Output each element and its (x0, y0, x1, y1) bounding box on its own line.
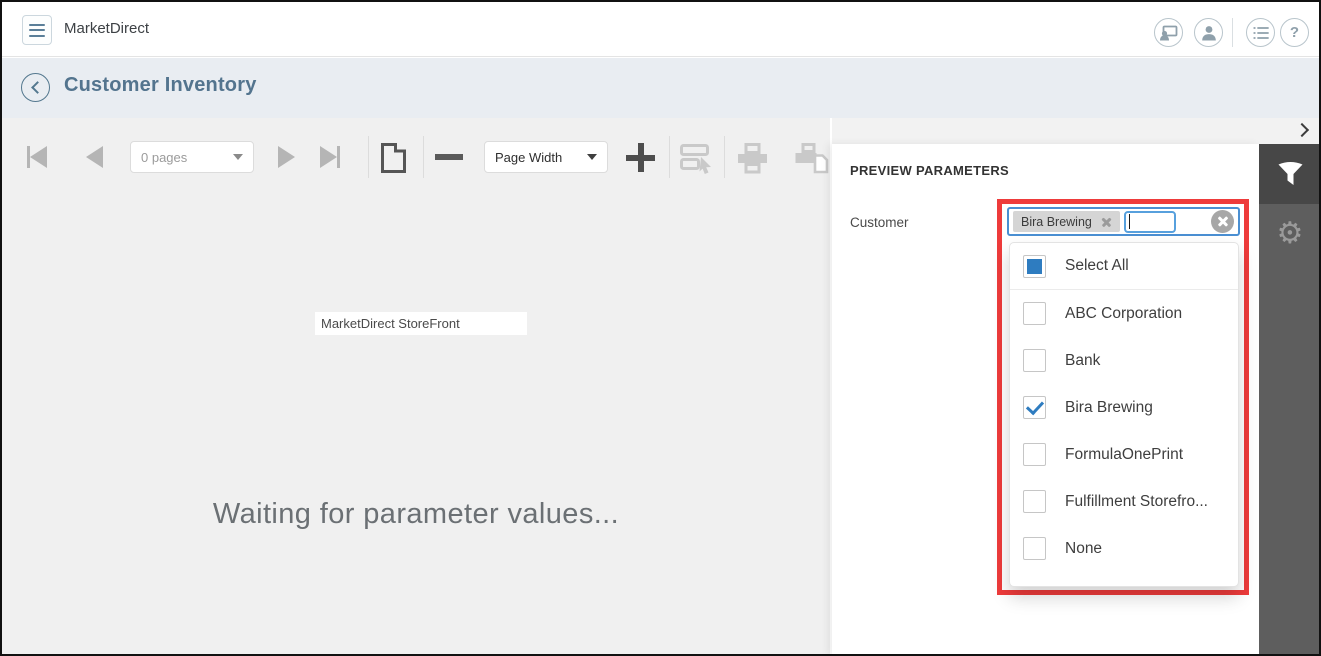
new-page-icon (380, 142, 407, 174)
select-report-item-button[interactable] (680, 143, 715, 180)
filter-icon (1277, 161, 1304, 187)
user-profile-button[interactable] (1194, 18, 1223, 47)
clear-selection-button[interactable] (1211, 210, 1234, 233)
help-icon: ? (1290, 24, 1299, 41)
print-layout-button[interactable] (794, 143, 829, 179)
first-page-button[interactable] (27, 146, 47, 168)
app-window: MarketDirect ? (0, 0, 1321, 656)
back-button[interactable] (21, 73, 50, 102)
page-title: Customer Inventory (64, 74, 257, 97)
next-page-icon (278, 146, 295, 168)
option-bira-brewing[interactable]: Bira Brewing (1010, 384, 1238, 431)
parameters-filter-button[interactable] (1259, 144, 1321, 204)
app-title: MarketDirect (64, 20, 149, 37)
pages-dropdown[interactable]: 0 pages (130, 141, 254, 173)
zoom-out-button[interactable] (435, 154, 463, 160)
toolbar-divider (724, 136, 725, 178)
chevron-down-icon (233, 154, 243, 160)
print-icon (736, 143, 769, 174)
pages-dropdown-value: 0 pages (141, 150, 187, 165)
print-button[interactable] (736, 143, 769, 179)
chevron-down-icon (587, 154, 597, 160)
checkbox-unchecked-icon[interactable] (1023, 349, 1046, 372)
multiselect-search-input[interactable] (1124, 211, 1176, 233)
remote-session-icon (1159, 25, 1178, 41)
option-formulaoneprint[interactable]: FormulaOnePrint (1010, 431, 1238, 478)
status-message: Waiting for parameter values... (2, 498, 830, 531)
list-menu-button[interactable] (1246, 18, 1275, 47)
panel-top-strip (832, 118, 1321, 144)
selected-chip-label: Bira Brewing (1021, 215, 1092, 229)
settings-button[interactable]: ⚙ (1259, 204, 1321, 264)
help-button[interactable]: ? (1280, 18, 1309, 47)
toolbar-divider (669, 136, 670, 178)
last-page-icon (320, 146, 337, 168)
customer-parameter-label: Customer (850, 215, 909, 230)
select-report-item-icon (680, 143, 715, 175)
report-viewer (2, 118, 830, 656)
zoom-dropdown[interactable]: Page Width (484, 141, 608, 173)
chevron-left-icon (31, 81, 44, 94)
checkbox-unchecked-icon[interactable] (1023, 490, 1046, 513)
user-icon (1201, 25, 1217, 41)
toolbar-divider (423, 136, 424, 178)
remove-chip-icon[interactable] (1101, 216, 1112, 227)
zoom-in-button[interactable] (626, 143, 655, 172)
customer-multiselect[interactable]: Bira Brewing (1007, 207, 1240, 236)
option-select-all[interactable]: Select All (1010, 243, 1238, 290)
zoom-dropdown-value: Page Width (495, 150, 562, 165)
option-fulfillment-storefront[interactable]: Fulfillment Storefro... (1010, 478, 1238, 525)
hamburger-menu-button[interactable] (22, 15, 52, 45)
gear-icon: ⚙ (1277, 219, 1304, 249)
selected-chip: Bira Brewing (1013, 211, 1120, 232)
option-none[interactable]: None (1010, 525, 1238, 572)
storefront-watermark: MarketDirect StoreFront (315, 312, 527, 335)
option-abc-corporation[interactable]: ABC Corporation (1010, 290, 1238, 337)
top-bar: MarketDirect ? (2, 2, 1319, 57)
option-bank[interactable]: Bank (1010, 337, 1238, 384)
checkbox-unchecked-icon[interactable] (1023, 302, 1046, 325)
print-layout-icon (794, 143, 829, 174)
remote-session-button[interactable] (1154, 18, 1183, 47)
text-cursor (1129, 214, 1131, 229)
first-page-icon (30, 146, 47, 168)
toolbar-divider (368, 136, 369, 178)
checkbox-checked-icon[interactable] (1023, 396, 1046, 419)
sub-header: Customer Inventory (2, 58, 1319, 118)
new-page-button[interactable] (380, 142, 407, 179)
checkbox-indeterminate-icon[interactable] (1023, 255, 1046, 278)
checkbox-unchecked-icon[interactable] (1023, 537, 1046, 560)
previous-page-button[interactable] (86, 146, 103, 168)
panel-title: PREVIEW PARAMETERS (850, 163, 1009, 178)
previous-page-icon (86, 146, 103, 168)
last-page-button[interactable] (320, 146, 340, 168)
topbar-divider (1232, 18, 1233, 47)
list-icon (1253, 26, 1269, 40)
customer-options-dropdown: Select All ABC Corporation Bank Bira Bre… (1009, 242, 1239, 587)
next-page-button[interactable] (278, 146, 295, 168)
checkbox-unchecked-icon[interactable] (1023, 443, 1046, 466)
